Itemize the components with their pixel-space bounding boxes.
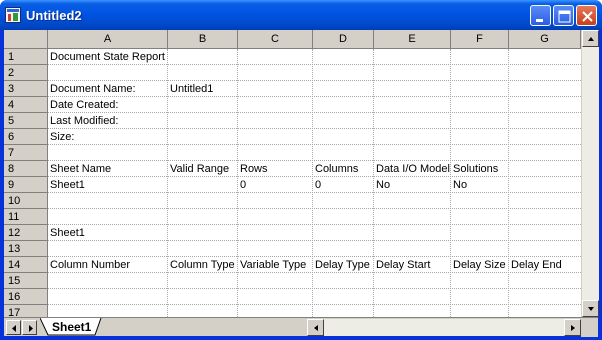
close-icon: [582, 11, 593, 22]
cell-f8[interactable]: Solutions: [451, 161, 509, 177]
cell-f14[interactable]: Delay Size: [451, 257, 509, 273]
row-header-2[interactable]: 2: [4, 65, 48, 81]
column-header-g[interactable]: G: [509, 30, 581, 49]
row-header-15[interactable]: 15: [4, 273, 48, 289]
row-gridline: [48, 304, 581, 305]
tab-last-icon: [29, 325, 33, 332]
minimize-icon: [536, 19, 543, 22]
cell-a6[interactable]: Size:: [48, 129, 168, 145]
client-area: A B C D E F G 1 2 3 4 5 6 7 8 9 10 11 12 13 14 15 16 17 Document…: [4, 30, 599, 337]
scroll-right-icon: [571, 325, 575, 331]
tab-first-icon: [12, 325, 16, 332]
row-header-5[interactable]: 5: [4, 113, 48, 129]
row-header-8[interactable]: 8: [4, 161, 48, 177]
cell-c9[interactable]: 0: [238, 177, 313, 193]
row-header-4[interactable]: 4: [4, 97, 48, 113]
vertical-scroll-track[interactable]: [582, 47, 599, 300]
column-header-c[interactable]: C: [238, 30, 313, 49]
scroll-up-icon: [588, 37, 594, 41]
select-all-corner[interactable]: [4, 30, 48, 49]
row-header-11[interactable]: 11: [4, 209, 48, 225]
row-header-10[interactable]: 10: [4, 193, 48, 209]
cell-d14[interactable]: Delay Type: [313, 257, 374, 273]
tab-first-button[interactable]: [6, 320, 21, 335]
title-bar[interactable]: Untitled2: [0, 0, 602, 30]
scroll-up-button[interactable]: [582, 30, 599, 47]
row-header-3[interactable]: 3: [4, 81, 48, 97]
cell-c8[interactable]: Rows: [238, 161, 313, 177]
cell-a14[interactable]: Column Number: [48, 257, 168, 273]
cell-d9[interactable]: 0: [313, 177, 374, 193]
cell-a4[interactable]: Date Created:: [48, 97, 168, 113]
cell-b8[interactable]: Valid Range: [168, 161, 238, 177]
cell-a5[interactable]: Last Modified:: [48, 113, 168, 129]
cell-a3[interactable]: Document Name:: [48, 81, 168, 97]
vertical-scrollbar[interactable]: [581, 30, 599, 317]
cell-d8[interactable]: Columns: [313, 161, 374, 177]
column-header-b[interactable]: B: [168, 30, 238, 49]
column-header-e[interactable]: E: [374, 30, 451, 49]
cell-e8[interactable]: Data I/O Model: [374, 161, 451, 177]
sheet-tab-label: Sheet1: [52, 320, 92, 334]
scroll-right-button[interactable]: [564, 319, 581, 336]
cell-c14[interactable]: Variable Type: [238, 257, 313, 273]
row-header-14[interactable]: 14: [4, 257, 48, 273]
cell-a8[interactable]: Sheet Name: [48, 161, 168, 177]
cell-e9[interactable]: No: [374, 177, 451, 193]
cell-a9[interactable]: Sheet1: [48, 177, 168, 193]
column-header-d[interactable]: D: [313, 30, 374, 49]
bottom-bar: Sheet1: [4, 317, 598, 337]
cell-a12[interactable]: Sheet1: [48, 225, 168, 241]
scroll-down-button[interactable]: [582, 300, 599, 317]
resize-grip[interactable]: [581, 318, 598, 337]
cell-e14[interactable]: Delay Start: [374, 257, 451, 273]
scroll-left-icon: [314, 325, 318, 331]
row-header-13[interactable]: 13: [4, 241, 48, 257]
row-header-1[interactable]: 1: [4, 49, 48, 65]
cell-b3[interactable]: Untitled1: [168, 81, 238, 97]
minimize-button[interactable]: [530, 5, 551, 26]
scroll-left-button[interactable]: [307, 319, 324, 336]
app-icon[interactable]: [5, 7, 21, 23]
horizontal-scroll-track[interactable]: [324, 319, 564, 336]
row-header-16[interactable]: 16: [4, 289, 48, 305]
row-header-6[interactable]: 6: [4, 129, 48, 145]
cell-a1[interactable]: Document State Report: [48, 49, 168, 65]
column-header-a[interactable]: A: [48, 30, 168, 49]
close-button[interactable]: [576, 5, 597, 26]
row-header-7[interactable]: 7: [4, 145, 48, 161]
cell-b14[interactable]: Column Type: [168, 257, 238, 273]
window-title: Untitled2: [26, 8, 82, 23]
scroll-down-icon: [588, 307, 594, 311]
row-gridline: [48, 208, 581, 209]
maximize-icon: [558, 10, 571, 23]
spreadsheet-grid[interactable]: A B C D E F G 1 2 3 4 5 6 7 8 9 10 11 12 13 14 15 16 17 Document…: [4, 30, 581, 317]
row-header-17[interactable]: 17: [4, 305, 48, 317]
tab-last-button[interactable]: [22, 320, 37, 335]
row-header-12[interactable]: 12: [4, 225, 48, 241]
app-window: Untitled2 A B C D E F G 1 2 3 4 5 6 7 8 9 10 11 12 13 14 15 16…: [0, 0, 602, 340]
row-header-9[interactable]: 9: [4, 177, 48, 193]
row-gridline: [48, 288, 581, 289]
maximize-button[interactable]: [553, 5, 574, 26]
cell-g14[interactable]: Delay End: [509, 257, 581, 273]
cell-f9[interactable]: No: [451, 177, 509, 193]
column-header-f[interactable]: F: [451, 30, 509, 49]
sheet-tab[interactable]: Sheet1: [40, 318, 102, 336]
